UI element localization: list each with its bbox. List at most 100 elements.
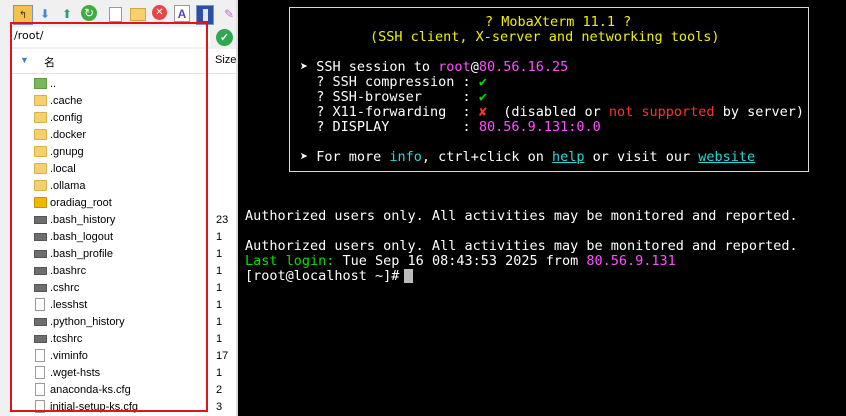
file-row[interactable]: .bash_logout 1 (10, 229, 238, 246)
display-line: ? DISPLAY : 80.56.9.131:0.0 (300, 119, 601, 135)
file-name: oradiag_root (50, 197, 112, 209)
x11-label: ? X11-forwarding : (300, 104, 479, 120)
check-icon: ✓ (219, 32, 230, 44)
info-mid2: or visit our (584, 149, 699, 165)
delete-icon[interactable]: ✕ (152, 5, 167, 20)
file-row[interactable]: anaconda-ks.cfg 2 (10, 382, 238, 399)
file-name: .ollama (50, 180, 86, 192)
file-name: .bashrc (50, 265, 87, 277)
folder-icon (34, 163, 47, 174)
banner-subtitle: (SSH client, X-server and networking too… (370, 29, 720, 45)
go-path-button[interactable]: ✓ (216, 29, 233, 46)
compression-label: ? SSH compression : (300, 74, 479, 90)
compression-check-icon: ✔ (478, 74, 487, 90)
file-name: .. (50, 78, 57, 90)
file-size: 1 (216, 265, 223, 277)
folder-icon (34, 112, 47, 123)
shell-prompt: [root@localhost ~]# (245, 268, 408, 284)
file-row[interactable]: .docker (10, 127, 238, 144)
file-row[interactable]: .. (10, 76, 238, 93)
terminal-cursor (404, 269, 413, 283)
refresh-icon[interactable]: ↻ (81, 5, 97, 21)
shell-file-icon (34, 267, 47, 275)
file-row[interactable]: .bash_history 23 (10, 212, 238, 229)
sftp-browser-panel: ↰ ⬇ ⬆ ↻ ✕ A ✎ /root/ ✓ ▼ 名 Size .. .cache… (0, 0, 238, 416)
file-name: .python_history (50, 316, 125, 328)
file-row[interactable]: .lesshst 1 (10, 297, 238, 314)
last-login-line: Last login: Tue Sep 16 08:43:53 2025 fro… (245, 254, 676, 269)
file-row[interactable]: .ollama (10, 178, 238, 195)
file-name: .gnupg (50, 146, 84, 158)
x11-note-not-supported: not supported (608, 104, 715, 120)
info-mid: , ctrl+click on (421, 149, 552, 165)
file-size: 1 (216, 299, 223, 311)
new-file-icon[interactable] (106, 5, 124, 23)
folder-icon (34, 180, 47, 191)
file-name: .docker (50, 129, 87, 141)
file-row[interactable]: .cshrc 1 (10, 280, 238, 297)
upload-icon[interactable]: ⬆ (58, 5, 76, 23)
x11-note-a: (disabled (486, 104, 585, 120)
info-line: ➤ For more info, ctrl+click on help or v… (300, 150, 755, 165)
browser-label: ? SSH-browser : (300, 89, 479, 105)
auth-line-1: Authorized users only. All activities ma… (245, 208, 798, 224)
file-name: .lesshst (50, 299, 88, 311)
file-size: 17 (216, 350, 229, 362)
file-row[interactable]: .viminfo 17 (10, 348, 238, 365)
upload-folder-icon[interactable]: ↰ (13, 5, 33, 25)
permissions-icon[interactable] (196, 5, 214, 25)
file-name: .bash_logout (50, 231, 113, 243)
file-row[interactable]: .local (10, 161, 238, 178)
sftp-toolbar: ↰ ⬇ ⬆ ↻ ✕ A ✎ (0, 0, 238, 28)
info-link[interactable]: info (389, 149, 422, 165)
column-size-header[interactable]: Size (215, 54, 236, 66)
browser-check-icon: ✔ (478, 89, 487, 105)
session-host: 80.56.16.25 (478, 59, 569, 75)
terminal[interactable]: ? MobaXterm 11.1 ? (SSH client, X-server… (244, 0, 846, 416)
x11-note-or: or (584, 104, 609, 120)
download-icon[interactable]: ⬇ (36, 5, 54, 23)
path-text: /root/ (14, 29, 44, 42)
session-line: ➤ SSH session to root@80.56.16.25 (300, 60, 568, 75)
info-prefix: ➤ For more (300, 149, 390, 165)
text-edit-icon[interactable]: A (174, 5, 190, 22)
file-row[interactable]: initial-setup-ks.cfg 3 (10, 399, 238, 416)
parent-folder-icon (34, 78, 47, 89)
panel-splitter[interactable] (236, 0, 238, 416)
file-row[interactable]: .config (10, 110, 238, 127)
session-user: root (438, 59, 471, 75)
path-input[interactable]: /root/ (10, 27, 210, 47)
file-size: 1 (216, 367, 223, 379)
file-list-header: ▼ 名 Size (10, 49, 238, 74)
folder-icon (34, 146, 47, 157)
display-label: ? DISPLAY : (300, 119, 479, 135)
display-value: 80.56.9.131:0.0 (478, 119, 601, 135)
file-row[interactable]: .tcshrc 1 (10, 331, 238, 348)
file-row[interactable]: .gnupg (10, 144, 238, 161)
file-name: anaconda-ks.cfg (50, 384, 131, 396)
file-row[interactable]: .cache (10, 93, 238, 110)
column-name-header[interactable]: 名 (44, 54, 55, 70)
file-size: 1 (216, 316, 223, 328)
folder-icon (34, 129, 47, 140)
session-prefix: ➤ SSH session to (300, 59, 439, 75)
shell-file-icon (34, 284, 47, 292)
shell-file-icon (34, 250, 47, 258)
sort-arrow-icon[interactable]: ▼ (20, 55, 29, 65)
side-strip (0, 28, 10, 416)
file-size: 1 (216, 231, 223, 243)
file-size: 1 (216, 282, 223, 294)
new-folder-icon[interactable] (129, 5, 147, 23)
file-row[interactable]: .python_history 1 (10, 314, 238, 331)
website-link[interactable]: website (698, 149, 755, 165)
help-link[interactable]: help (552, 149, 585, 165)
file-row[interactable]: .bashrc 1 (10, 263, 238, 280)
file-row[interactable]: oradiag_root (10, 195, 238, 212)
file-size: 1 (216, 333, 223, 345)
file-name: .bash_history (50, 214, 116, 226)
file-list: ▼ 名 Size .. .cache .config .docker .gnupg .lo… (10, 49, 238, 416)
file-row[interactable]: .wget-hsts 1 (10, 365, 238, 382)
file-row[interactable]: .bash_profile 1 (10, 246, 238, 263)
file-name: .cache (50, 95, 83, 107)
file-size: 3 (216, 401, 223, 413)
